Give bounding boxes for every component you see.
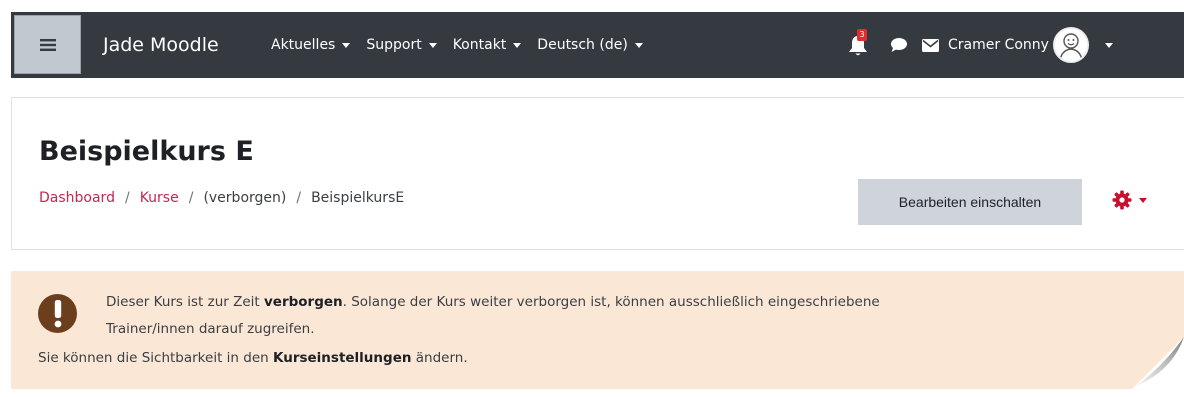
page-header: Beispielkurs E Dashboard / Kurse / (verb… xyxy=(11,97,1184,250)
alert-text: ändern. xyxy=(411,350,468,366)
gear-icon xyxy=(1112,190,1132,210)
user-name[interactable]: Cramer Conny xyxy=(948,37,1049,53)
menu-label: Deutsch (de) xyxy=(537,37,628,53)
user-navigation: 3 Cramer Conny xyxy=(846,12,1113,78)
hamburger-icon xyxy=(39,38,56,51)
alert-text-line-2: Trainer/innen darauf zugreifen. xyxy=(106,321,315,337)
alert-text-line-3: Sie können die Sichtbarkeit in den Kurse… xyxy=(38,350,468,366)
messages-button[interactable] xyxy=(890,37,908,53)
edit-mode-button[interactable]: Bearbeiten einschalten xyxy=(858,179,1082,225)
alert-emphasis: verborgen xyxy=(264,294,343,310)
menu-kontakt[interactable]: Kontakt xyxy=(453,37,522,53)
menu-support[interactable]: Support xyxy=(366,37,437,53)
notification-count-badge: 3 xyxy=(857,29,867,41)
alert-text-line-1: Dieser Kurs ist zur Zeit verborgen. Sola… xyxy=(106,294,880,310)
caret-down-icon xyxy=(1139,197,1147,203)
hamburger-button[interactable] xyxy=(14,15,81,74)
menu-aktuelles[interactable]: Aktuelles xyxy=(271,37,351,53)
breadcrumb-item-dashboard[interactable]: Dashboard xyxy=(39,190,115,206)
navbar-bar: Jade Moodle Aktuelles Support Kontakt De… xyxy=(11,12,1184,78)
caret-down-icon xyxy=(428,42,437,48)
alert-text: Dieser Kurs ist zur Zeit xyxy=(106,294,264,310)
site-brand[interactable]: Jade Moodle xyxy=(103,12,219,78)
caret-down-icon xyxy=(342,42,351,48)
breadcrumb-separator: / xyxy=(124,190,130,206)
notifications-button[interactable]: 3 xyxy=(846,29,872,58)
menu-label: Support xyxy=(366,37,422,53)
envelope-icon xyxy=(922,38,939,52)
menu-language[interactable]: Deutsch (de) xyxy=(537,37,643,53)
menu-label: Aktuelles xyxy=(271,37,336,53)
page-curl-decoration xyxy=(1132,337,1184,389)
alert-text: Sie können die Sichtbarkeit in den xyxy=(38,350,273,366)
main-menu: Aktuelles Support Kontakt Deutsch (de) xyxy=(271,12,659,78)
hidden-course-alert: Dieser Kurs ist zur Zeit verborgen. Sola… xyxy=(11,271,1184,389)
breadcrumb: Dashboard / Kurse / (verborgen) / Beispi… xyxy=(39,190,404,206)
course-settings-link[interactable]: Kurseinstellungen xyxy=(273,350,411,366)
breadcrumb-item-course: BeispielkursE xyxy=(311,190,405,206)
breadcrumb-item-kurse[interactable]: Kurse xyxy=(140,190,179,206)
chat-icon xyxy=(891,38,907,52)
caret-down-icon xyxy=(513,42,522,48)
breadcrumb-separator: / xyxy=(296,190,302,206)
menu-label: Kontakt xyxy=(452,37,507,53)
navbar: Jade Moodle Aktuelles Support Kontakt De… xyxy=(0,0,1184,80)
caret-down-icon xyxy=(634,42,643,48)
user-avatar-icon xyxy=(1059,33,1083,61)
course-actions-menu[interactable] xyxy=(1112,190,1147,210)
avatar[interactable] xyxy=(1052,27,1089,63)
chevron-down-icon[interactable] xyxy=(1104,42,1113,48)
exclamation-icon xyxy=(38,294,77,333)
alert-text: . Solange der Kurs weiter verborgen ist,… xyxy=(342,294,880,310)
breadcrumb-separator: / xyxy=(188,190,194,206)
mail-button[interactable] xyxy=(922,38,939,52)
page-title: Beispielkurs E xyxy=(39,136,254,167)
breadcrumb-item-hidden: (verborgen) xyxy=(203,190,287,206)
